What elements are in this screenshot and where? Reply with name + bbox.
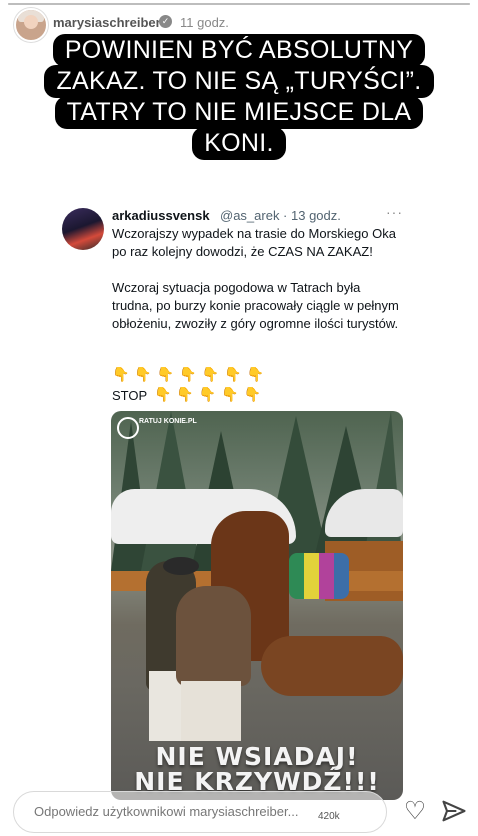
coachman-2 [176, 586, 251, 686]
username[interactable]: marysiaschreiber [53, 15, 161, 30]
story-timestamp: 11 godz. [180, 15, 229, 30]
caption-line: ZAKAZ. TO NIE SĄ „TURYŚCI”. [44, 65, 434, 98]
horseshoe-logo-icon [117, 417, 139, 439]
views-count: 420k [318, 811, 340, 822]
caption-line: KONI. [192, 127, 286, 160]
caption-line: POWINIEN BYĆ ABSOLUTNY [52, 34, 426, 67]
tweet-text: Wczorajszy wypadek na trasie do Morskieg… [112, 226, 399, 331]
tweet-more-icon: ··· [386, 204, 403, 220]
coachman-2-legs [181, 681, 241, 741]
tweet-avatar [62, 208, 104, 250]
tourists-group [289, 553, 349, 599]
send-icon[interactable] [440, 797, 468, 825]
tweet-photo: RATUJ KONIE.PL NIE WSIADAJ! NIE KRZYWDŹ!… [111, 411, 403, 800]
fallen-horse [261, 636, 403, 696]
mute-icon[interactable] [405, 10, 429, 34]
story-viewer: marysiaschreiber ✓ 11 godz. ••• POWINIEN… [0, 0, 478, 836]
logo-text: RATUJ KONIE.PL [139, 418, 197, 425]
pause-icon[interactable] [374, 10, 398, 34]
tweet-handle: @as_arek · 13 godz. [220, 208, 341, 223]
pointing-down-emoji-row-2: 👇👇👇👇👇 [154, 386, 267, 402]
heart-icon[interactable]: ♡ [401, 797, 429, 825]
caption-line: TATRY TO NIE MIEJSCE DLA [54, 96, 424, 129]
hat [163, 557, 199, 575]
story-caption: POWINIEN BYĆ ABSOLUTNY ZAKAZ. TO NIE SĄ … [0, 34, 478, 160]
tweet-stop-label: STOP [112, 388, 148, 403]
slogan-line-1: NIE WSIADAJ! [155, 742, 359, 771]
tweet-author-name: arkadiussvensk [112, 208, 210, 223]
photo-slogan: NIE WSIADAJ! NIE KRZYWDŹ!!! [111, 744, 403, 794]
tweet-screenshot: arkadiussvensk @as_arek · 13 godz. ··· W… [44, 198, 422, 808]
more-options-icon[interactable]: ••• [442, 10, 466, 34]
pointing-down-emoji-row: 👇👇👇👇👇👇👇 [112, 366, 270, 382]
verified-badge-icon: ✓ [159, 15, 172, 28]
reply-placeholder: Odpowiedz użytkownikowi marysiaschreiber… [34, 804, 299, 819]
